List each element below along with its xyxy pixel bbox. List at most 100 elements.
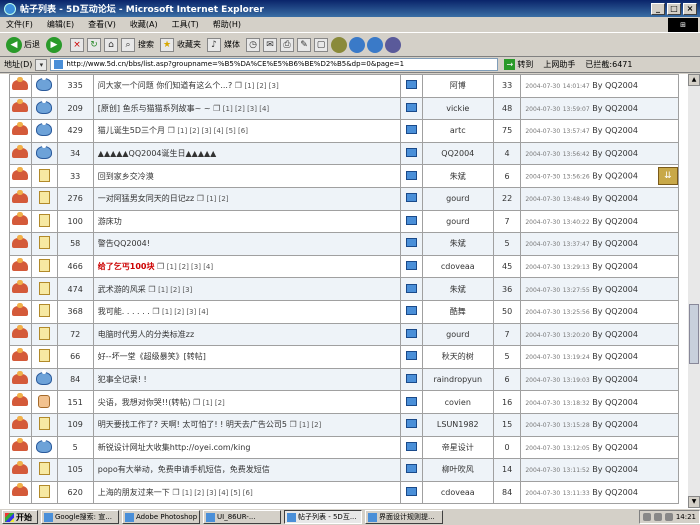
last-post-author[interactable]: By QQ2004 [592, 398, 638, 407]
thread-author[interactable]: QQ2004 [421, 141, 494, 166]
reply-icon[interactable] [405, 328, 417, 338]
thread-author[interactable]: 朱斌 [421, 164, 494, 188]
thread-author[interactable]: cdoveaa [421, 254, 494, 279]
maximize-button[interactable]: □ [667, 2, 681, 15]
thread-author[interactable]: gourd [421, 209, 494, 234]
minimize-button[interactable]: _ [651, 2, 665, 15]
thread-title-link[interactable]: 上海的朋友过来一下 [98, 488, 170, 497]
thread-title-link[interactable]: 明天要找工作了? 天啊! 太可怕了! ! 明天去广告公司5 [98, 420, 287, 429]
media-button[interactable]: ♪ 媒体 [207, 37, 240, 52]
thread-title-link[interactable]: 武术游的风采 [98, 285, 146, 294]
menu-view[interactable]: 查看(V) [88, 19, 116, 30]
search-button[interactable]: ⌕ 搜索 [121, 37, 154, 52]
menu-edit[interactable]: 编辑(E) [47, 19, 74, 30]
reply-icon[interactable] [405, 464, 417, 474]
reply-icon[interactable] [405, 486, 417, 496]
reply-icon[interactable] [405, 441, 417, 451]
page-links[interactable]: [1] [2] [3] [4] [223, 105, 269, 113]
thread-author[interactable]: 秋天的树 [421, 345, 494, 369]
reply-icon[interactable] [405, 283, 417, 293]
thread-author[interactable]: 柳叶吹风 [421, 458, 494, 482]
menu-file[interactable]: 文件(F) [6, 19, 33, 30]
scroll-down-button[interactable]: ⇊ [657, 167, 678, 186]
last-post-author[interactable]: By QQ2004 [592, 81, 638, 90]
table-row[interactable]: 466 给了乞丐100块 ❐ [1] [2] [3] [4] cdoveaa 45 20… [9, 254, 679, 279]
reply-icon[interactable] [405, 193, 417, 203]
page-links[interactable]: [1] [2] [3] [4] [5] [6] [182, 489, 253, 497]
table-row[interactable]: 429 猫儿诞生5D三个月 ❐ [1] [2] [3] [4] [5] [6] ar… [9, 119, 679, 143]
thread-title-link[interactable]: 问大家一个问题 你们知道有这么个...? [98, 81, 232, 90]
table-row[interactable]: 58 警告QQ2004! 朱斌 5 2004-07-30 13:37:47 By QQ2… [9, 232, 679, 256]
thread-author[interactable]: gourd [421, 186, 494, 211]
addon-icon[interactable] [367, 36, 383, 53]
taskbar-item[interactable]: Adobe Photoshop [122, 510, 200, 524]
taskbar-item[interactable]: 界面设计规则提... [365, 510, 443, 524]
last-post-author[interactable]: By QQ2004 [592, 172, 638, 181]
thread-title-link[interactable]: ▲▲▲▲▲QQ2004诞生日▲▲▲▲▲ [98, 149, 216, 158]
reply-icon[interactable] [405, 396, 417, 406]
menu-favorites[interactable]: 收藏(A) [130, 19, 158, 30]
thread-title-link[interactable]: 电脑时代男人的分类标准zz [98, 330, 194, 339]
thread-title-link[interactable]: 猫儿诞生5D三个月 [98, 126, 165, 135]
thread-author[interactable]: 帝星设计 [421, 435, 494, 460]
favorites-button[interactable]: ★ 收藏夹 [160, 37, 201, 52]
edit-icon[interactable]: ✎ [297, 37, 311, 52]
last-post-author[interactable]: By QQ2004 [592, 443, 638, 452]
close-button[interactable]: × [683, 2, 697, 15]
table-row[interactable]: 105 popo有大举动，免费申请手机短信，免费发短信 柳叶吹风 14 2004-07-… [9, 458, 679, 482]
table-row[interactable]: 84 犯事全记录! ! raindropyun 6 2004-07-30 13:19:0… [9, 367, 679, 392]
stop-icon[interactable]: × [70, 37, 84, 52]
page-links[interactable]: [1] [2] [3] [244, 82, 278, 90]
reply-icon[interactable] [405, 102, 417, 112]
tools-icon[interactable] [385, 36, 401, 53]
reply-icon[interactable] [405, 374, 417, 384]
page-links[interactable]: [1] [2] [206, 195, 228, 203]
refresh-icon[interactable]: ↻ [87, 37, 101, 52]
thread-title-link[interactable]: 犯事全记录! ! [98, 375, 147, 384]
last-post-author[interactable]: By QQ2004 [592, 126, 638, 135]
table-row[interactable]: 368 我可能. . . . . . ❐ [1] [2] [3] [4] 酷舞 50 2… [9, 299, 679, 324]
last-post-author[interactable]: By QQ2004 [592, 420, 638, 429]
back-button[interactable]: ◀ 后退 [6, 36, 40, 53]
table-row[interactable]: 620 上海的朋友过来一下 ❐ [1] [2] [3] [4] [5] [6] cd… [9, 480, 679, 505]
table-row[interactable]: 34 ▲▲▲▲▲QQ2004诞生日▲▲▲▲▲ QQ2004 4 2004-07-30 1… [9, 141, 679, 166]
table-row[interactable]: 151 尖语，我想对你哭!!(转帖) ❐ [1] [2] covien 16 2004-… [9, 390, 679, 414]
reply-icon[interactable] [405, 419, 417, 429]
menu-help[interactable]: 帮助(H) [213, 19, 241, 30]
thread-author[interactable]: artc [421, 119, 494, 143]
table-row[interactable]: 335 问大家一个问题 你们知道有这么个...? ❐ [1] [2] [3] 阿博 3… [9, 74, 679, 98]
thread-title-link[interactable]: 新锐设计网址大收集http://oyei.com/king [98, 443, 251, 452]
thread-title-link[interactable]: 给了乞丐100块 [98, 262, 155, 271]
assistant-label[interactable]: 上网助手 [543, 59, 575, 70]
table-row[interactable]: 5 新锐设计网址大收集http://oyei.com/king 帝星设计 0 2004-… [9, 435, 679, 460]
thread-title-link[interactable]: 好--坏一堂《超级暴笑》[转帖] [98, 352, 206, 361]
research-icon[interactable] [349, 36, 365, 53]
scroll-down-icon[interactable]: ▼ [688, 496, 700, 508]
thread-author[interactable]: 朱斌 [421, 232, 494, 256]
discuss-icon[interactable]: ▢ [314, 37, 328, 52]
home-icon[interactable]: ⌂ [104, 37, 118, 52]
tray-icon[interactable] [653, 513, 662, 521]
last-post-author[interactable]: By QQ2004 [592, 352, 638, 361]
thread-author[interactable]: cdoveaa [421, 480, 494, 505]
last-post-author[interactable]: By QQ2004 [592, 239, 638, 248]
thread-author[interactable]: 朱斌 [421, 277, 494, 301]
reply-icon[interactable] [405, 125, 417, 135]
table-row[interactable]: 209 [原创] 鱼乐与猫猫系列故事~ ~ ❐ [1] [2] [3] [4] vi… [9, 96, 679, 121]
table-row[interactable]: 33 回到家乡交冷漠 朱斌 6 2004-07-30 13:56:26 By QQ200… [9, 164, 679, 188]
start-button[interactable]: 开始 [2, 510, 38, 524]
thread-title-link[interactable]: 一对阿猛男女同天的日记zz [98, 194, 194, 203]
taskbar-item-active[interactable]: 帖子列表 - 5D互... [284, 510, 362, 524]
reply-icon[interactable] [405, 261, 417, 271]
thread-title-link[interactable]: 我可能. . . . . . [98, 307, 150, 316]
page-links[interactable]: [1] [2] [3] [4] [162, 308, 208, 316]
history-icon[interactable]: ◷ [246, 37, 260, 52]
last-post-author[interactable]: By QQ2004 [592, 285, 638, 294]
page-links[interactable]: [1] [2] [3] [158, 286, 192, 294]
taskbar-item[interactable]: Google搜索: 宣... [41, 510, 119, 524]
table-row[interactable]: 109 明天要找工作了? 天啊! 太可怕了! ! 明天去广告公司5 ❐ [1] [… [9, 412, 679, 437]
thread-author[interactable]: 阿博 [421, 74, 494, 98]
reply-icon[interactable] [405, 238, 417, 248]
thread-author[interactable]: LSUN1982 [421, 412, 494, 437]
print-icon[interactable]: ⎙ [280, 37, 294, 52]
